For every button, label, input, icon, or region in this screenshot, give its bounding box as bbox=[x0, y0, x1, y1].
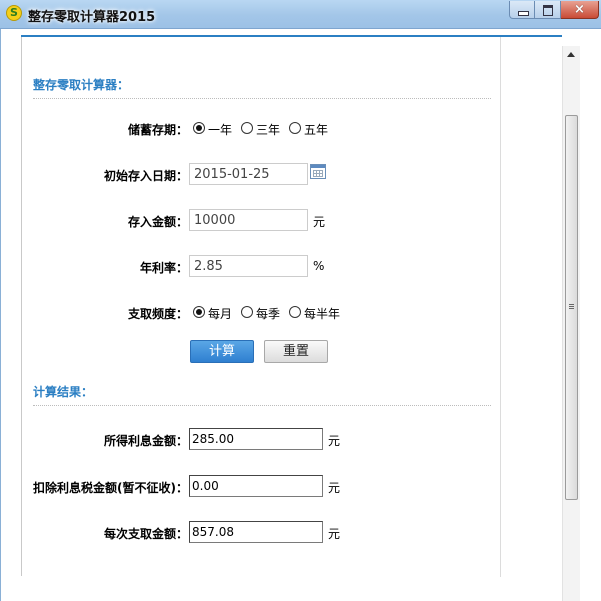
after-tax-output[interactable] bbox=[189, 475, 323, 497]
annual-rate-input[interactable] bbox=[189, 255, 308, 277]
minimize-icon bbox=[518, 11, 529, 16]
deposit-amount-input[interactable] bbox=[189, 209, 308, 231]
term-option-1yr[interactable]: 一年 bbox=[208, 121, 232, 138]
vertical-scrollbar[interactable] bbox=[562, 46, 580, 601]
frequency-option-monthly[interactable]: 每月 bbox=[208, 305, 232, 322]
scroll-thumb[interactable] bbox=[565, 115, 578, 500]
frequency-radio-quarterly[interactable] bbox=[241, 306, 253, 318]
start-date-input[interactable] bbox=[189, 163, 308, 185]
after-tax-unit: 元 bbox=[328, 481, 341, 495]
annual-rate-label: 年利率： bbox=[139, 261, 188, 275]
withdrawal-label: 每次支取金额： bbox=[103, 527, 188, 541]
annual-rate-unit: % bbox=[313, 259, 325, 273]
title-bar: S 整存零取计算器2015 × bbox=[0, 0, 601, 29]
grip-line bbox=[569, 304, 574, 305]
calendar-icon[interactable] bbox=[310, 164, 326, 179]
interest-label: 所得利息金额： bbox=[103, 434, 188, 448]
deposit-amount-unit: 元 bbox=[313, 215, 326, 229]
scroll-up-icon[interactable] bbox=[567, 52, 575, 57]
calculate-button[interactable]: 计算 bbox=[190, 340, 254, 363]
frequency-radio-monthly[interactable] bbox=[193, 306, 205, 318]
term-option-3yr[interactable]: 三年 bbox=[256, 121, 280, 138]
frequency-option-quarterly[interactable]: 每季 bbox=[256, 305, 280, 322]
term-radio-3yr[interactable] bbox=[241, 122, 253, 134]
grip-line bbox=[569, 306, 574, 307]
window-title: 整存零取计算器2015 bbox=[28, 10, 156, 25]
reset-button[interactable]: 重置 bbox=[264, 340, 328, 363]
calculator-section-title: 整存零取计算器： bbox=[33, 78, 130, 92]
panel-top-border bbox=[21, 35, 562, 37]
frequency-label: 支取频度： bbox=[127, 307, 188, 321]
frequency-radio-semiannual[interactable] bbox=[289, 306, 301, 318]
term-option-5yr[interactable]: 五年 bbox=[304, 121, 328, 138]
term-label: 储蓄存期： bbox=[127, 123, 188, 137]
close-icon: × bbox=[574, 2, 585, 17]
results-section-title: 计算结果： bbox=[33, 385, 94, 399]
grip-line bbox=[569, 308, 574, 309]
frequency-option-semiannual[interactable]: 每半年 bbox=[304, 305, 340, 322]
app-icon: S bbox=[6, 5, 22, 21]
section-divider bbox=[33, 98, 491, 99]
minimize-button[interactable] bbox=[509, 1, 535, 19]
close-button[interactable]: × bbox=[561, 1, 599, 19]
after-tax-label: 扣除利息税金额(暂不征收)： bbox=[33, 481, 188, 495]
panel-right-border bbox=[500, 37, 501, 577]
withdrawal-output[interactable] bbox=[189, 521, 323, 543]
interest-output[interactable] bbox=[189, 428, 323, 450]
deposit-amount-label: 存入金额： bbox=[127, 215, 188, 229]
withdrawal-unit: 元 bbox=[328, 527, 341, 541]
interest-unit: 元 bbox=[328, 434, 341, 448]
results-divider bbox=[33, 405, 491, 406]
term-radio-5yr[interactable] bbox=[289, 122, 301, 134]
maximize-icon bbox=[543, 5, 553, 16]
term-radio-1yr[interactable] bbox=[193, 122, 205, 134]
start-date-label: 初始存入日期： bbox=[103, 169, 188, 183]
maximize-button[interactable] bbox=[535, 1, 561, 19]
